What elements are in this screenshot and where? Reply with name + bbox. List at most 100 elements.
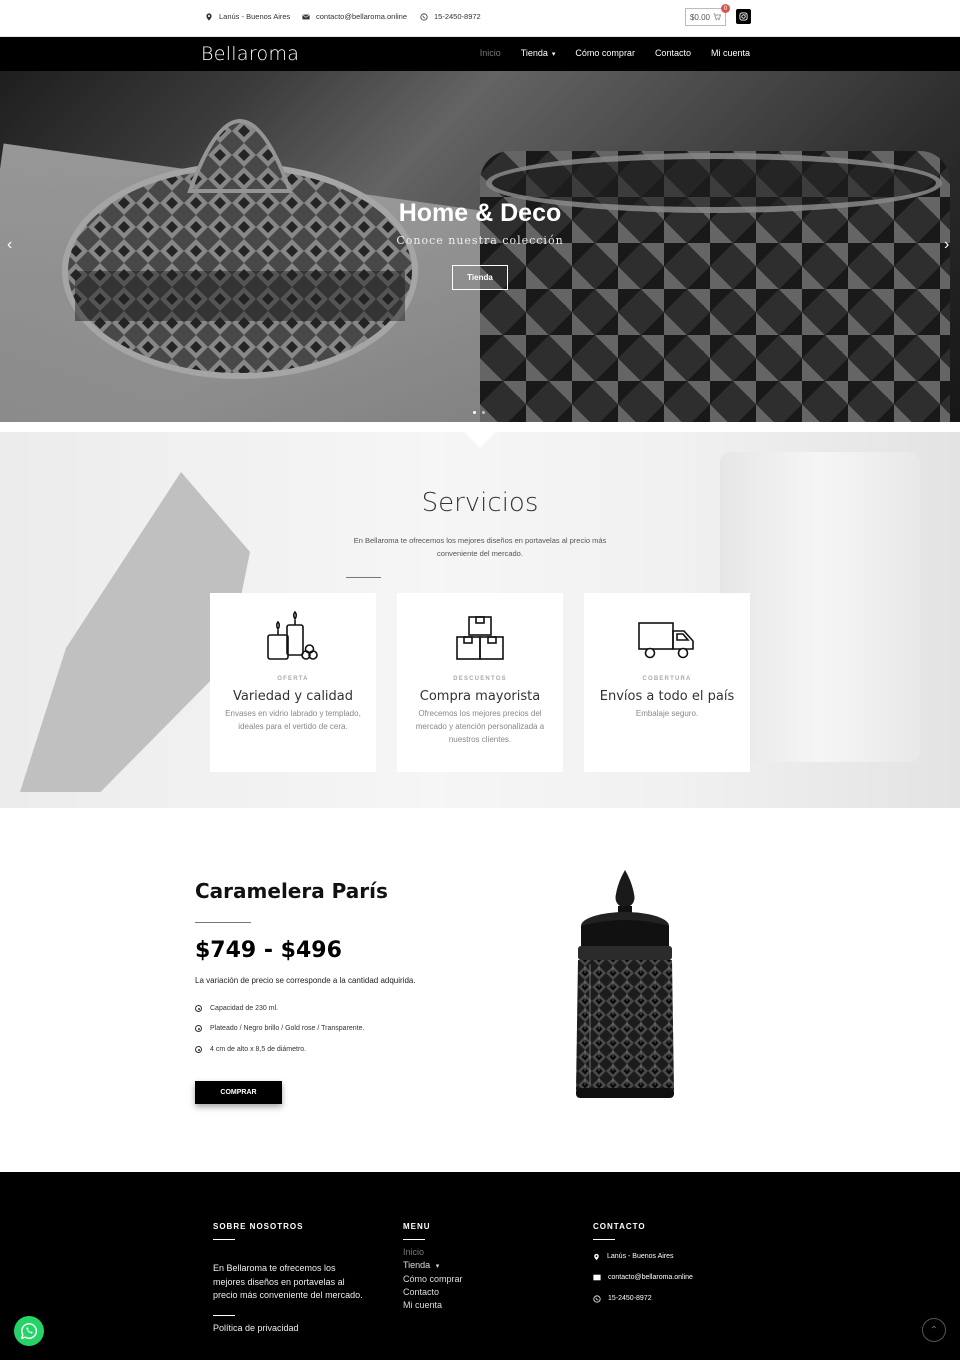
footer-link-inicio[interactable]: Inicio <box>403 1246 463 1259</box>
footer-contact: CONTACTO Lanús - Buenos Aires contacto@b… <box>593 1222 693 1309</box>
footer-menu: MENU Inicio Tienda ▾ Cómo comprar Contac… <box>403 1222 463 1312</box>
cart-icon <box>713 13 721 21</box>
slider-dots <box>473 411 485 414</box>
footer-contact-location: Lanús - Buenos Aires <box>593 1246 693 1267</box>
main-navbar: Bellaroma Inicio Tienda ▾ Cómo comprar Co… <box>0 37 960 71</box>
divider <box>403 1239 425 1240</box>
product-feature-text: 4 cm de alto x 8,5 de diámetro. <box>210 1046 307 1053</box>
nav-item-tienda-label: Tienda <box>520 48 548 58</box>
nav-item-como-comprar[interactable]: Cómo comprar <box>575 48 635 58</box>
whatsapp-float-button[interactable] <box>14 1316 44 1346</box>
hero-slider: Home & Deco Conoce nuestra colección Tie… <box>0 71 960 422</box>
scroll-to-top-button[interactable]: ⌃ <box>922 1318 946 1342</box>
envelope-icon <box>593 1274 601 1281</box>
service-card-variedad: OFERTA Variedad y calidad Envases en vid… <box>210 593 376 772</box>
divider <box>195 922 251 923</box>
footer-about-heading: SOBRE NOSOTROS <box>213 1222 304 1231</box>
footer-contact-phone[interactable]: 15-2450-8972 <box>593 1288 693 1309</box>
topbar-phone[interactable]: 15-2450-8972 <box>420 12 481 21</box>
service-card-desc: Envases en vidrio labrado y templado, id… <box>225 709 361 731</box>
whatsapp-icon <box>420 12 428 21</box>
footer-location-text: Lanús - Buenos Aires <box>607 1253 674 1260</box>
chevron-right-icon[interactable]: › <box>944 236 949 254</box>
cart-count-badge: 0 <box>721 4 730 13</box>
service-card-desc: Embalaje seguro. <box>635 709 699 718</box>
nav-item-inicio[interactable]: Inicio <box>480 48 501 58</box>
footer-menu-heading: MENU <box>403 1222 431 1231</box>
site-logo[interactable]: Bellaroma <box>201 43 299 65</box>
service-card-tag: DESCUENTOS <box>453 676 507 682</box>
buy-button[interactable]: COMPRAR <box>195 1081 282 1104</box>
whatsapp-icon <box>593 1294 601 1303</box>
section-notch <box>464 432 496 448</box>
divider <box>346 577 381 578</box>
map-pin-icon <box>206 12 212 21</box>
instagram-button[interactable] <box>736 9 751 24</box>
topbar-phone-text[interactable]: 15-2450-8972 <box>434 12 481 21</box>
footer-contact-heading: CONTACTO <box>593 1222 646 1231</box>
topbar-location: Lanús - Buenos Aires <box>205 12 290 21</box>
footer-link-tienda-label: Tienda <box>403 1260 431 1270</box>
product-price: $749 - $496 <box>195 938 342 963</box>
product-feature-text: Plateado / Negro brillo / Gold rose / Tr… <box>210 1025 365 1032</box>
hero-subtitle: Conoce nuestra colección <box>396 234 564 247</box>
nav-item-contacto[interactable]: Contacto <box>655 48 691 58</box>
boxes-icon <box>456 616 504 660</box>
cart-button[interactable]: $0.00 0 <box>685 4 730 26</box>
footer-link-como-comprar[interactable]: Cómo comprar <box>403 1273 463 1286</box>
bullet-circle-icon <box>195 1005 202 1012</box>
divider <box>593 1239 615 1240</box>
envelope-icon <box>302 13 310 19</box>
service-card-title: Envíos a todo el país <box>599 689 735 704</box>
service-card-tag: COBERTURA <box>642 676 692 682</box>
footer-phone-text[interactable]: 15-2450-8972 <box>608 1295 652 1302</box>
services-intro: En Bellaroma te ofrecemos los mejores di… <box>353 536 607 558</box>
cart-total: $0.00 <box>689 12 711 22</box>
chevron-up-icon: ⌃ <box>929 1324 939 1336</box>
footer-link-tienda[interactable]: Tienda ▾ <box>403 1259 463 1273</box>
chevron-down-icon: ▾ <box>435 1263 440 1270</box>
main-menu: Inicio Tienda ▾ Cómo comprar Contacto Mi … <box>480 48 750 58</box>
product-feature: 4 cm de alto x 8,5 de diámetro. <box>195 1046 306 1053</box>
topbar-location-text: Lanús - Buenos Aires <box>219 12 291 21</box>
slider-dot[interactable] <box>482 411 485 414</box>
service-card-title: Variedad y calidad <box>232 689 354 704</box>
nav-item-tienda[interactable]: Tienda ▾ <box>521 48 556 58</box>
product-feature: Capacidad de 230 ml. <box>195 1005 278 1012</box>
topbar-email-text[interactable]: contacto@bellaroma.online <box>316 12 407 21</box>
footer-email-text[interactable]: contacto@bellaroma.online <box>608 1274 693 1281</box>
topbar-email[interactable]: contacto@bellaroma.online <box>302 12 407 21</box>
map-pin-icon <box>594 1253 599 1260</box>
services-title: Servicios <box>421 488 539 518</box>
truck-icon <box>638 622 694 659</box>
instagram-icon <box>739 12 748 21</box>
footer-about: SOBRE NOSOTROS En Bellaroma te ofrecemos… <box>213 1222 363 1335</box>
bullet-circle-icon <box>195 1046 202 1053</box>
privacy-policy-link[interactable]: Política de privacidad <box>213 1322 363 1335</box>
divider <box>213 1239 235 1240</box>
footer-link-contacto[interactable]: Contacto <box>403 1286 463 1299</box>
product-feature: Plateado / Negro brillo / Gold rose / Tr… <box>195 1025 364 1032</box>
service-card-title: Compra mayorista <box>419 689 541 704</box>
slider-dot[interactable] <box>473 411 476 414</box>
hero-shop-button[interactable]: Tienda <box>452 265 508 290</box>
bullet-circle-icon <box>195 1025 202 1032</box>
footer-about-text: En Bellaroma te ofrecemos los mejores di… <box>213 1263 363 1300</box>
product-price-note: La variación de precio se corresponde a … <box>195 976 416 985</box>
footer-link-mi-cuenta[interactable]: Mi cuenta <box>403 1299 463 1312</box>
candles-icon <box>267 611 318 660</box>
site-footer: SOBRE NOSOTROS En Bellaroma te ofrecemos… <box>0 1172 960 1360</box>
top-info-bar: Lanús - Buenos Aires contacto@bellaroma.… <box>0 0 960 37</box>
service-card-desc: Ofrecemos los mejores precios del mercad… <box>415 709 545 744</box>
service-card-tag: OFERTA <box>277 676 309 682</box>
nav-item-mi-cuenta[interactable]: Mi cuenta <box>711 48 750 58</box>
chevron-left-icon[interactable]: ‹ <box>7 236 12 254</box>
product-title: Caramelera París <box>195 879 388 903</box>
service-card-mayorista: DESCUENTOS Compra mayorista Ofrecemos lo… <box>397 593 563 772</box>
service-card-envios: COBERTURA Envíos a todo el país Embalaje… <box>584 593 750 772</box>
hero-title: Home & Deco <box>398 199 562 227</box>
product-image <box>576 870 674 1098</box>
divider <box>213 1314 235 1316</box>
footer-contact-email[interactable]: contacto@bellaroma.online <box>593 1267 693 1288</box>
whatsapp-icon <box>20 1323 38 1340</box>
